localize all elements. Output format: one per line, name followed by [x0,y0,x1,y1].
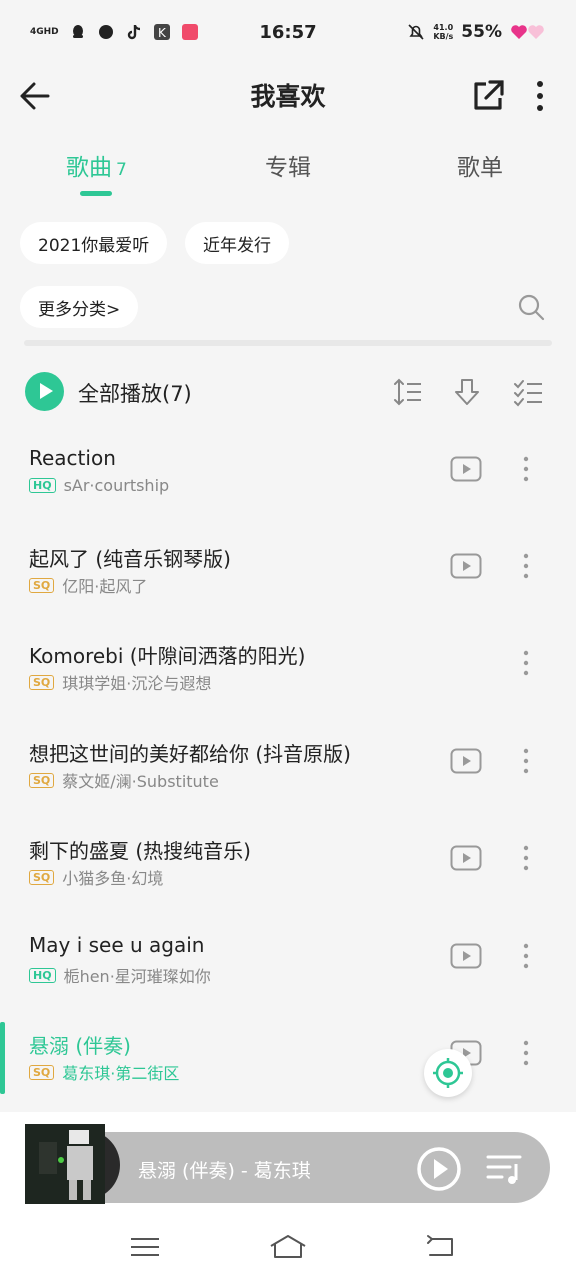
song-title: 起风了 (纯音乐钢琴版) [29,547,231,571]
song-row-playing[interactable]: 悬溺 (伴奏) SQ 葛东琪·第二街区 [0,1004,576,1101]
song-title: 悬溺 (伴奏) [29,1034,131,1058]
download-icon[interactable] [451,376,483,408]
system-nav-bar [0,1212,576,1280]
more-options-icon[interactable] [518,746,534,776]
play-all-label[interactable]: 全部播放(7) [78,378,192,408]
back-icon[interactable] [422,1232,458,1262]
song-row[interactable]: Komorebi (叶隙间洒落的阳光) SQ 琪琪学姐·沉沦与遐想 [0,614,576,711]
tab-albums[interactable]: 专辑 [265,148,311,182]
play-all-icon[interactable] [25,372,64,411]
status-bar: 4GHD K 16:57 41.0 KB/s 55% [0,0,576,64]
quality-badge: HQ [29,967,56,983]
tab-bar: 歌曲 7 专辑 歌单 [0,140,576,196]
more-options-icon[interactable] [518,843,534,873]
chip-more-categories[interactable]: 更多分类> [20,286,139,328]
song-artist: sAr·courtship [63,476,170,495]
now-playing-indicator [0,1022,5,1094]
search-icon[interactable] [516,292,546,322]
song-row[interactable]: May i see u again HQ 栀hen·星河璀璨如你 [0,907,576,1004]
song-title: 想把这世间的美好都给你 (抖音原版) [29,742,351,766]
song-row[interactable]: 剩下的盛夏 (热搜纯音乐) SQ 小猫多鱼·幻境 [0,809,576,906]
tab-playlists[interactable]: 歌单 [457,148,503,182]
header: 我喜欢 [0,64,576,126]
tab-indicator [80,191,112,196]
quality-badge: SQ [29,577,55,593]
song-artist: 栀hen·星河璀璨如你 [63,967,211,986]
clock: 16:57 [259,21,317,43]
song-title: Reaction [29,446,116,470]
chip-recent-releases[interactable]: 近年发行 [185,222,289,264]
quality-badge: SQ [29,1064,55,1080]
menu-icon[interactable] [127,1232,163,1262]
mv-play-icon[interactable] [450,748,482,774]
tab-songs[interactable]: 歌曲 7 [66,148,127,182]
song-title: May i see u again [29,933,205,957]
song-title: Komorebi (叶隙间洒落的阳光) [29,644,306,668]
song-row[interactable]: Reaction HQ sAr·courtship [0,420,576,517]
mv-play-icon[interactable] [450,553,482,579]
more-options-icon[interactable] [518,454,534,484]
now-playing-title: 悬溺 (伴奏) - 葛东琪 [138,1160,311,1182]
quality-badge: HQ [29,478,56,493]
quality-badge: SQ [29,772,55,788]
playlist-icon[interactable] [486,1152,524,1186]
more-options-icon[interactable] [518,1038,534,1068]
song-row[interactable]: 想把这世间的美好都给你 (抖音原版) SQ 蔡文姬/澜·Substitute [0,712,576,809]
song-title: 剩下的盛夏 (热搜纯音乐) [29,839,251,863]
play-icon[interactable] [416,1146,462,1192]
song-artist: 葛东琪·第二街区 [62,1064,180,1083]
song-artist: 蔡文姬/澜·Substitute [62,772,219,791]
quality-badge: SQ [29,869,55,885]
more-options-icon[interactable] [518,551,534,581]
quality-badge: SQ [29,674,55,690]
sort-icon[interactable] [391,376,423,408]
target-icon [433,1058,463,1088]
chip-2021-favorites[interactable]: 2021你最爱听 [20,222,168,264]
more-options-icon[interactable] [518,941,534,971]
song-count: 7 [116,160,127,180]
song-artist: 小猫多鱼·幻境 [62,869,164,888]
divider [24,340,552,346]
multi-select-icon[interactable] [512,376,544,408]
share-icon[interactable] [468,76,508,116]
song-artist: 亿阳·起风了 [62,577,148,596]
song-row[interactable]: 起风了 (纯音乐钢琴版) SQ 亿阳·起风了 [0,517,576,614]
home-icon[interactable] [268,1232,308,1262]
album-cover[interactable] [25,1124,105,1204]
locate-current-button[interactable] [424,1049,472,1097]
mv-play-icon[interactable] [450,845,482,871]
more-options-icon[interactable] [518,648,534,678]
play-all-bar: 全部播放(7) [0,364,576,418]
mv-play-icon[interactable] [450,456,482,482]
more-vertical-icon[interactable] [528,76,552,116]
cover-art [25,1124,105,1204]
mv-play-icon[interactable] [450,943,482,969]
song-artist: 琪琪学姐·沉沦与遐想 [62,674,212,693]
